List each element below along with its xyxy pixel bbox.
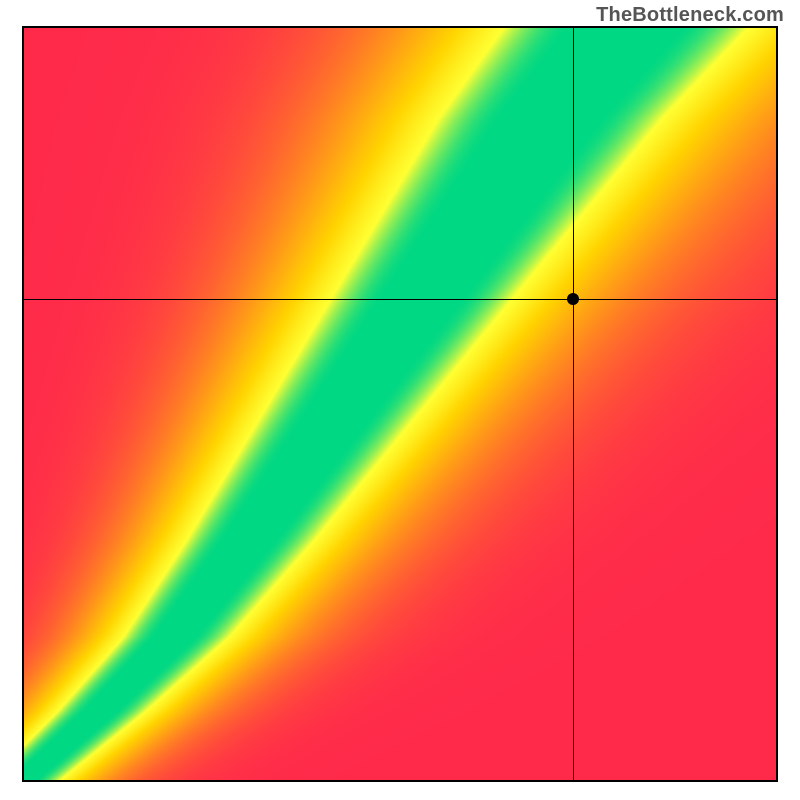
crosshair-horizontal: [24, 299, 776, 301]
watermark-text: TheBottleneck.com: [596, 4, 784, 27]
selection-marker-dot: [567, 293, 579, 305]
crosshair-vertical: [573, 28, 575, 780]
heatmap-plot: [22, 26, 778, 782]
heatmap-canvas: [24, 28, 776, 780]
